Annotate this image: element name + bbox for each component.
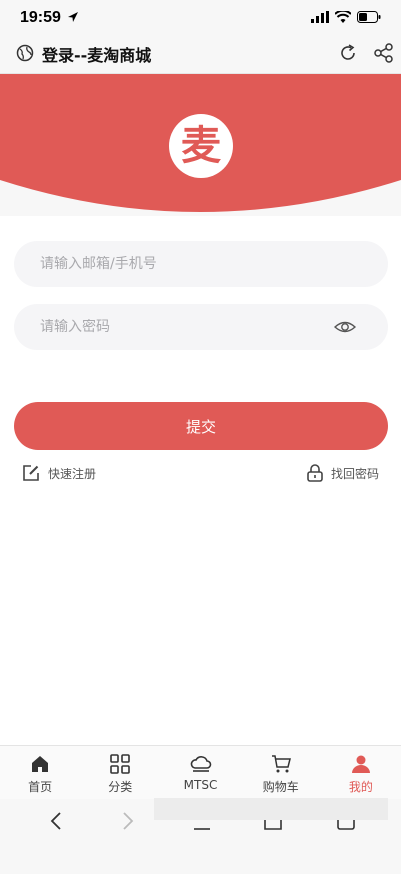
- page-title: 登录--麦淘商城: [42, 46, 152, 65]
- cart-icon: [271, 755, 291, 773]
- status-time: 19:59: [20, 9, 61, 26]
- bottom-tab-bar: 首页 分类 MTSC 购物车 我的: [0, 745, 401, 799]
- browser-title-bar: 登录--麦淘商城: [0, 36, 401, 74]
- toolbar-overlay: [154, 798, 388, 820]
- recover-password-label: 找回密码: [330, 466, 379, 481]
- share-icon[interactable]: [373, 42, 395, 64]
- password-input[interactable]: [40, 319, 320, 335]
- recover-password-link[interactable]: 找回密码: [307, 464, 379, 482]
- tab-label: 我的: [348, 780, 373, 794]
- submit-button[interactable]: 提交: [14, 402, 388, 450]
- battery-icon: [357, 11, 381, 23]
- register-link-label: 快速注册: [48, 466, 97, 481]
- password-field[interactable]: [14, 304, 388, 350]
- tab-mtsc[interactable]: MTSC: [160, 746, 240, 799]
- tab-label: 购物车: [262, 780, 299, 794]
- tab-cart[interactable]: 购物车: [241, 746, 321, 799]
- logo-text: 麦: [181, 123, 221, 169]
- email-phone-input[interactable]: [40, 256, 320, 272]
- tab-label: 首页: [28, 780, 53, 794]
- back-icon[interactable]: [50, 811, 62, 831]
- signal-icon: [311, 11, 329, 23]
- tab-category[interactable]: 分类: [80, 746, 160, 799]
- user-icon: [351, 755, 370, 773]
- tab-me[interactable]: 我的: [321, 746, 401, 799]
- status-indicators: [311, 11, 381, 23]
- home-icon: [32, 756, 49, 772]
- register-link[interactable]: 快速注册: [22, 464, 96, 482]
- globe-icon: [16, 44, 34, 62]
- email-phone-field[interactable]: [14, 241, 388, 287]
- cloud-icon: [190, 756, 211, 772]
- edit-icon: [23, 465, 39, 481]
- tab-label: 分类: [108, 780, 133, 794]
- location-arrow-icon: [68, 12, 78, 22]
- tab-home[interactable]: 首页: [0, 746, 80, 799]
- status-bar: 19:59: [0, 0, 401, 36]
- forward-icon[interactable]: [122, 811, 134, 831]
- grid-icon: [110, 754, 131, 774]
- brand-logo: 麦: [169, 114, 233, 178]
- tab-label: MTSC: [183, 778, 218, 792]
- reload-icon[interactable]: [338, 43, 358, 63]
- eye-icon[interactable]: [334, 318, 356, 336]
- lock-icon: [307, 464, 323, 482]
- wifi-icon: [335, 11, 351, 23]
